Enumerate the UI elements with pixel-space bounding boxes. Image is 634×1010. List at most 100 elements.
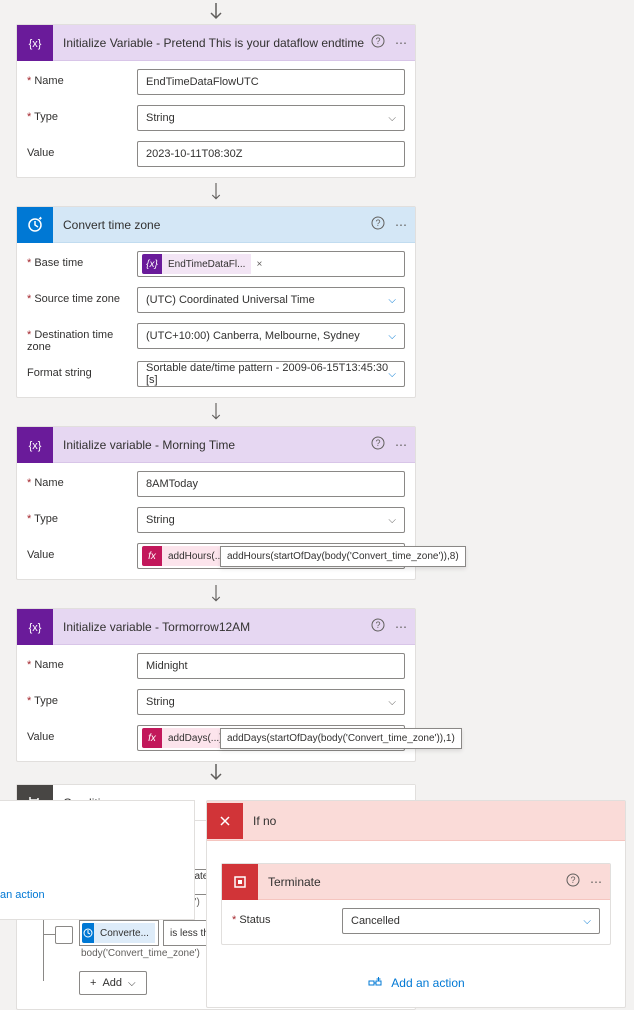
condition-left-input[interactable]: Converte... × <box>79 920 159 946</box>
chevron-down-icon: ⌵ <box>388 113 396 124</box>
value-label: Value <box>27 725 137 743</box>
branch-header[interactable]: If no <box>207 801 625 841</box>
card-title: Convert time zone <box>53 218 371 232</box>
add-action-link[interactable]: an action <box>0 889 45 901</box>
type-select[interactable]: String ⌵ <box>137 105 405 131</box>
name-input[interactable]: EndTimeDataFlowUTC <box>137 69 405 95</box>
chevron-down-icon: ⌵ <box>388 295 396 306</box>
ellipsis-icon[interactable]: ⋯ <box>395 438 407 452</box>
ellipsis-icon[interactable]: ⋯ <box>395 36 407 50</box>
help-icon[interactable]: ? <box>371 216 385 233</box>
remove-token-icon[interactable]: × <box>251 259 267 270</box>
name-label: Name <box>27 471 137 489</box>
format-select[interactable]: Sortable date/time pattern - 2009-06-15T… <box>137 361 405 387</box>
branch-title: If no <box>243 814 625 828</box>
add-condition-button[interactable]: + Add ⌵ <box>79 971 147 995</box>
expression-tooltip: addDays(startOfDay(body('Convert_time_zo… <box>220 728 462 749</box>
fx-icon: fx <box>142 546 162 566</box>
base-time-input[interactable]: {x} EndTimeDataFl... × <box>137 251 405 277</box>
flow-arrow-icon <box>209 183 223 201</box>
terminate-card[interactable]: Terminate ? ⋯ Status Cancelled <box>221 863 611 945</box>
base-time-label: Base time <box>27 251 137 269</box>
svg-text:?: ? <box>375 218 380 228</box>
variable-icon: {x} <box>142 254 162 274</box>
chevron-down-icon: ⌵ <box>388 369 396 380</box>
card-title: Initialize Variable - Pretend This is yo… <box>53 36 371 50</box>
svg-text:?: ? <box>375 438 380 448</box>
value-input[interactable]: fx addHours(...) × addHours(startOfDay(b… <box>137 543 405 569</box>
type-select[interactable]: String⌵ <box>137 507 405 533</box>
type-label: Type <box>27 507 137 525</box>
help-icon[interactable]: ? <box>371 436 385 453</box>
value-input[interactable]: fx addDays(...) × addDays(startOfDay(bod… <box>137 725 405 751</box>
variable-token[interactable]: {x} EndTimeDataFl... × <box>142 254 267 274</box>
if-no-branch: If no Terminate ? ⋯ <box>206 800 626 1008</box>
status-select[interactable]: Cancelled ⌵ <box>342 908 600 934</box>
type-select[interactable]: String⌵ <box>137 689 405 715</box>
dest-tz-label: Destination time zone <box>27 323 137 353</box>
ellipsis-icon[interactable]: ⋯ <box>590 875 602 889</box>
initialize-variable-morning-card[interactable]: {x} Initialize variable - Morning Time ?… <box>16 426 416 580</box>
svg-text:{x}: {x} <box>29 622 42 634</box>
if-yes-panel-fragment: an action <box>0 800 195 920</box>
initialize-variable-tomorrow-card[interactable]: {x} Initialize variable - Tormorrow12AM … <box>16 608 416 762</box>
card-header[interactable]: {x} Initialize variable - Tormorrow12AM … <box>17 609 415 645</box>
variable-icon: {x} <box>17 609 53 645</box>
name-input[interactable]: Midnight <box>137 653 405 679</box>
dynamic-token[interactable]: Converte... × <box>82 923 156 943</box>
flow-arrow-icon <box>209 3 223 21</box>
add-action-link[interactable]: Add an action <box>221 975 611 991</box>
clock-icon <box>17 207 53 243</box>
card-header[interactable]: Convert time zone ? ⋯ <box>17 207 415 243</box>
svg-text:?: ? <box>375 36 380 46</box>
chevron-down-icon: ⌵ <box>388 697 396 708</box>
svg-text:?: ? <box>570 875 575 885</box>
initialize-variable-endtime-card[interactable]: {x} Initialize Variable - Pretend This i… <box>16 24 416 178</box>
variable-icon: {x} <box>17 427 53 463</box>
row-checkbox[interactable] <box>55 926 73 944</box>
card-title: Initialize variable - Morning Time <box>53 438 371 452</box>
flow-arrow-icon <box>209 585 223 603</box>
ellipsis-icon[interactable]: ⋯ <box>395 218 407 232</box>
terminate-icon <box>222 864 258 900</box>
value-label: Value <box>27 543 137 561</box>
help-icon[interactable]: ? <box>371 618 385 635</box>
format-label: Format string <box>27 361 137 379</box>
clock-icon <box>82 923 94 943</box>
chevron-down-icon: ⌵ <box>388 515 396 526</box>
name-input[interactable]: 8AMToday <box>137 471 405 497</box>
type-label: Type <box>27 689 137 707</box>
chevron-down-icon: ⌵ <box>583 916 591 927</box>
ellipsis-icon[interactable]: ⋯ <box>395 620 407 634</box>
status-label: Status <box>232 908 342 926</box>
help-icon[interactable]: ? <box>566 873 580 890</box>
flow-arrow-icon <box>209 403 223 421</box>
chevron-down-icon: ⌵ <box>388 331 396 342</box>
convert-time-zone-card[interactable]: Convert time zone ? ⋯ Base time {x} EndT… <box>16 206 416 398</box>
flow-arrow-icon <box>209 764 223 782</box>
card-title: Terminate <box>258 875 566 889</box>
fx-icon: fx <box>142 728 162 748</box>
dest-tz-select[interactable]: (UTC+10:00) Canberra, Melbourne, Sydney … <box>137 323 405 349</box>
close-icon <box>207 803 243 839</box>
source-tz-select[interactable]: (UTC) Coordinated Universal Time ⌵ <box>137 287 405 313</box>
svg-text:{x}: {x} <box>29 440 42 452</box>
card-header[interactable]: Terminate ? ⋯ <box>222 864 610 900</box>
card-header[interactable]: {x} Initialize Variable - Pretend This i… <box>17 25 415 61</box>
value-label: Value <box>27 141 137 159</box>
variable-icon: {x} <box>17 25 53 61</box>
source-tz-label: Source time zone <box>27 287 137 305</box>
card-title: Initialize variable - Tormorrow12AM <box>53 620 371 634</box>
card-header[interactable]: {x} Initialize variable - Morning Time ?… <box>17 427 415 463</box>
type-label: Type <box>27 105 137 123</box>
expression-tooltip: addHours(startOfDay(body('Convert_time_z… <box>220 546 466 567</box>
svg-text:?: ? <box>375 620 380 630</box>
help-icon[interactable]: ? <box>371 34 385 51</box>
plus-icon: + <box>90 977 96 989</box>
svg-text:{x}: {x} <box>29 38 42 50</box>
add-action-icon <box>367 975 383 991</box>
chevron-down-icon: ⌵ <box>128 978 136 989</box>
value-input[interactable]: 2023-10-11T08:30Z <box>137 141 405 167</box>
remove-token-icon[interactable]: × <box>155 928 156 939</box>
name-label: Name <box>27 653 137 671</box>
